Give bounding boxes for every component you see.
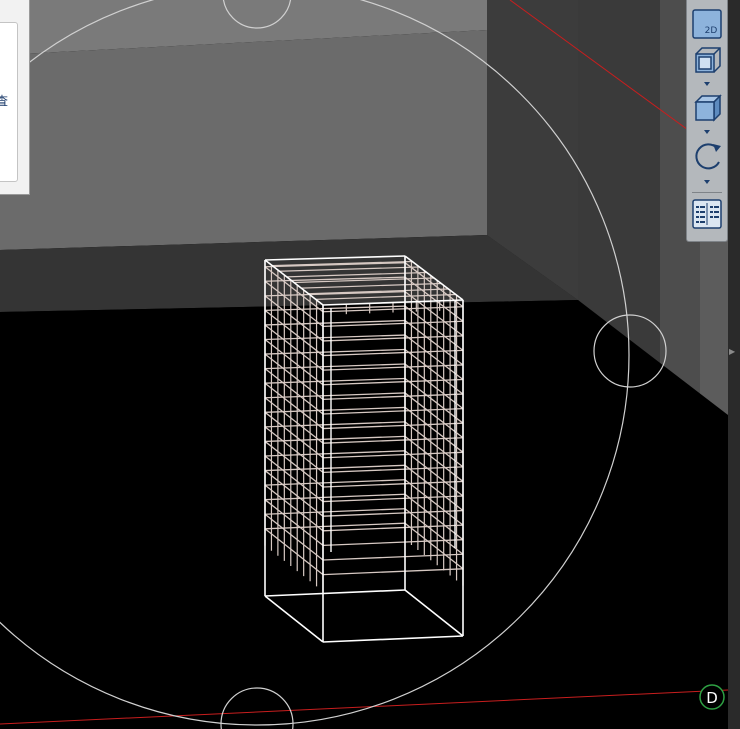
list-settings-icon — [692, 199, 722, 229]
rotate-arrow-icon — [713, 144, 721, 152]
wall-front-face — [0, 30, 487, 250]
display-settings-button[interactable] — [691, 198, 723, 230]
side-panel: 査 — [0, 0, 30, 195]
toolbar-separator — [692, 192, 722, 193]
view-solid-button[interactable] — [691, 92, 723, 136]
expand-arrow-icon[interactable]: ▶ — [729, 347, 735, 356]
cube-solid-icon — [694, 94, 722, 122]
right-wall-edge — [700, 230, 728, 415]
3d-viewport[interactable]: D — [0, 0, 740, 729]
panel-partial-text: 査 — [0, 94, 9, 108]
compass-label: D — [706, 689, 718, 707]
view-2d-button[interactable]: 2D — [691, 8, 723, 40]
view-toolbar: 2D — [686, 0, 728, 242]
dropdown-caret-icon — [704, 130, 710, 134]
orbit-button[interactable] — [691, 140, 723, 188]
right-scroll-strip[interactable] — [728, 0, 740, 729]
cube-wireframe-icon — [695, 47, 721, 73]
view-2d-label: 2D — [705, 26, 718, 36]
dropdown-caret-icon — [704, 180, 710, 184]
view-cube-button[interactable] — [691, 44, 723, 88]
dropdown-caret-icon — [704, 82, 710, 86]
